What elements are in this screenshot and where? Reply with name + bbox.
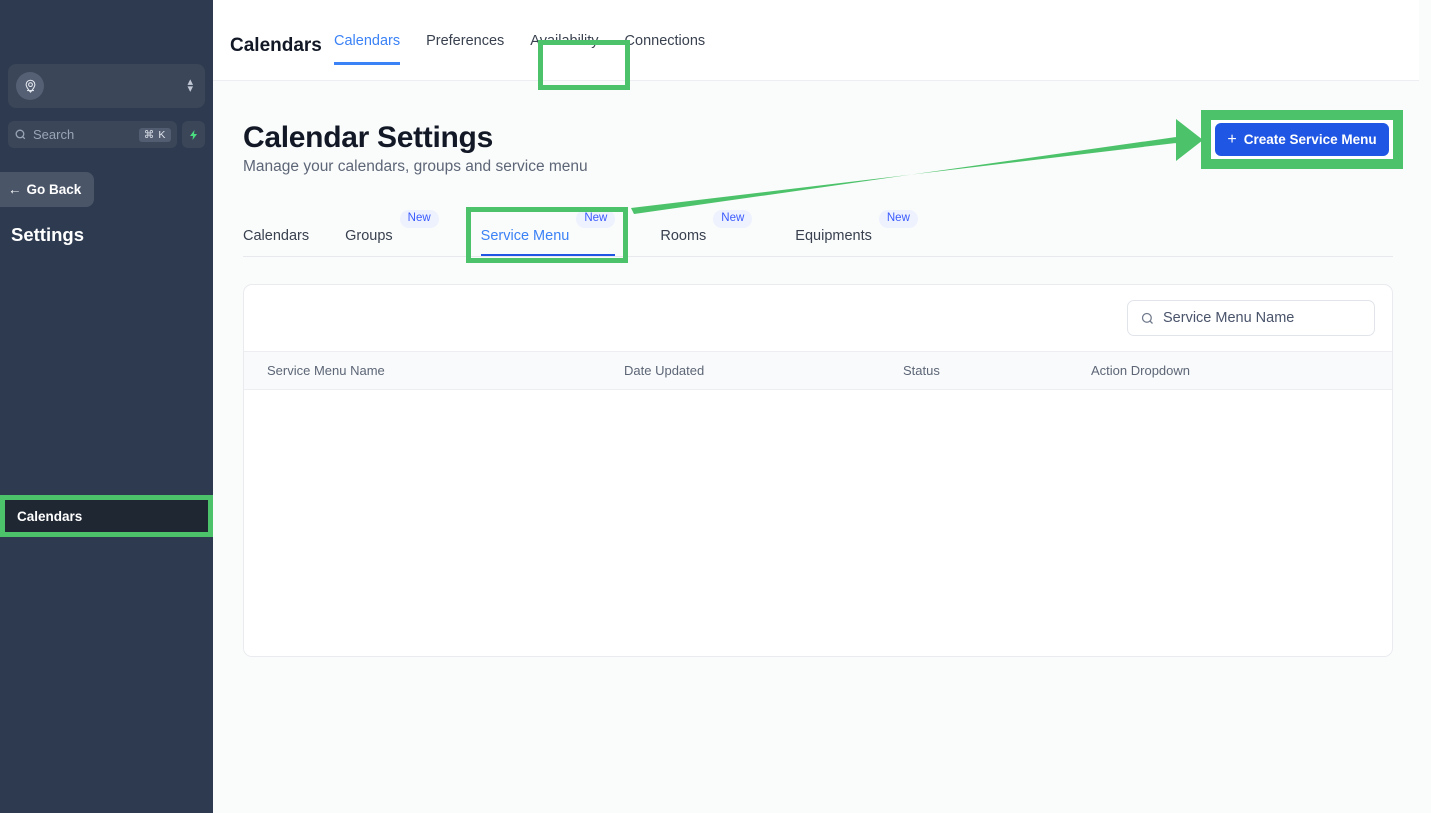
sidebar: ▴ ▾ Search ⌘ K ← Go Back Settings Calend…	[0, 0, 213, 813]
back-arrow-icon: ←	[8, 182, 22, 197]
tab-availability[interactable]: Availability	[517, 33, 611, 49]
create-service-menu-button[interactable]: + Create Service Menu	[1215, 123, 1389, 156]
lightning-bolt-icon	[189, 129, 197, 140]
tab-label: Availability	[530, 32, 599, 49]
page-subtitle: Manage your calendars, groups and servic…	[243, 158, 588, 175]
chevron-up-down-icon[interactable]: ▴ ▾	[187, 77, 193, 95]
sidebar-search-row: Search ⌘ K	[8, 121, 205, 148]
chevron-down-icon: ▾	[187, 83, 193, 95]
tab-connections[interactable]: Connections	[612, 33, 719, 49]
main-content: Calendars Calendars Preferences Availabi…	[213, 0, 1431, 813]
subtab-label: Groups	[345, 228, 393, 245]
new-badge: New	[576, 210, 616, 228]
column-header-service-menu-name: Service Menu Name	[267, 363, 385, 378]
search-shortcut-kbd: ⌘ K	[138, 127, 171, 142]
table-header-row: Service Menu Name Date Updated Status Ac…	[244, 351, 1392, 390]
top-tabs: Calendars Preferences Availability Conne…	[321, 0, 718, 81]
column-header-date-updated: Date Updated	[624, 363, 705, 378]
new-badge: New	[713, 210, 753, 228]
tab-calendars[interactable]: Calendars	[321, 32, 413, 65]
search-placeholder: Search	[33, 127, 75, 142]
column-header-status: Status	[903, 363, 940, 378]
search-icon	[15, 129, 26, 140]
subtab-label: Rooms	[660, 228, 707, 245]
new-badge: New	[399, 210, 439, 228]
plus-icon: +	[1227, 130, 1237, 148]
top-bar: Calendars Calendars Preferences Availabi…	[213, 0, 1419, 81]
subtab-service-menu[interactable]: Service Menu New	[480, 210, 616, 256]
page-breadcrumb-title: Calendars	[230, 35, 322, 56]
create-service-menu-label: Create Service Menu	[1243, 132, 1377, 147]
go-back-label: Go Back	[26, 182, 82, 197]
table-toolbar: Service Menu Name	[244, 285, 1392, 351]
sub-tabs: Calendars Groups New Service Menu New Ro…	[243, 210, 1393, 257]
search-input[interactable]: Search ⌘ K	[8, 121, 177, 148]
sidebar-item-label: Calendars	[17, 508, 83, 524]
subtab-equipments[interactable]: Equipments New	[795, 210, 918, 256]
create-service-menu-highlight: + Create Service Menu	[1201, 110, 1403, 169]
subtab-label: Service Menu	[480, 228, 570, 245]
page-title: Calendar Settings	[243, 121, 493, 154]
quick-action-spark-icon[interactable]	[182, 121, 205, 148]
tab-label: Preferences	[426, 32, 505, 49]
create-service-menu-highlight-inner: + Create Service Menu	[1211, 120, 1393, 159]
app-root: ▴ ▾ Search ⌘ K ← Go Back Settings Calend…	[0, 0, 1431, 813]
service-menu-table-card: Service Menu Name Service Menu Name Date…	[243, 284, 1393, 657]
column-header-action-dropdown: Action Dropdown	[1091, 363, 1190, 378]
subtab-groups[interactable]: Groups New	[345, 210, 439, 256]
location-pin-avatar-icon	[16, 72, 44, 100]
subtab-rooms[interactable]: Rooms New	[660, 210, 753, 256]
tab-preferences[interactable]: Preferences	[413, 33, 517, 49]
subtab-label: Calendars	[243, 228, 310, 245]
tab-label: Connections	[624, 32, 706, 49]
service-menu-search-input[interactable]: Service Menu Name	[1127, 300, 1375, 336]
search-placeholder: Service Menu Name	[1163, 310, 1295, 326]
sidebar-item-calendars[interactable]: Calendars	[5, 500, 208, 532]
subtab-calendars[interactable]: Calendars	[243, 213, 309, 256]
new-badge: New	[878, 210, 918, 228]
sidebar-item-calendars-highlight: Calendars	[0, 495, 213, 537]
subtab-label: Equipments	[795, 228, 872, 245]
sidebar-section-title: Settings	[11, 224, 84, 245]
tab-label: Calendars	[334, 32, 401, 49]
search-icon	[1141, 312, 1153, 324]
org-switcher[interactable]: ▴ ▾	[8, 64, 205, 108]
table-body-empty	[244, 390, 1392, 656]
go-back-button[interactable]: ← Go Back	[0, 172, 94, 207]
